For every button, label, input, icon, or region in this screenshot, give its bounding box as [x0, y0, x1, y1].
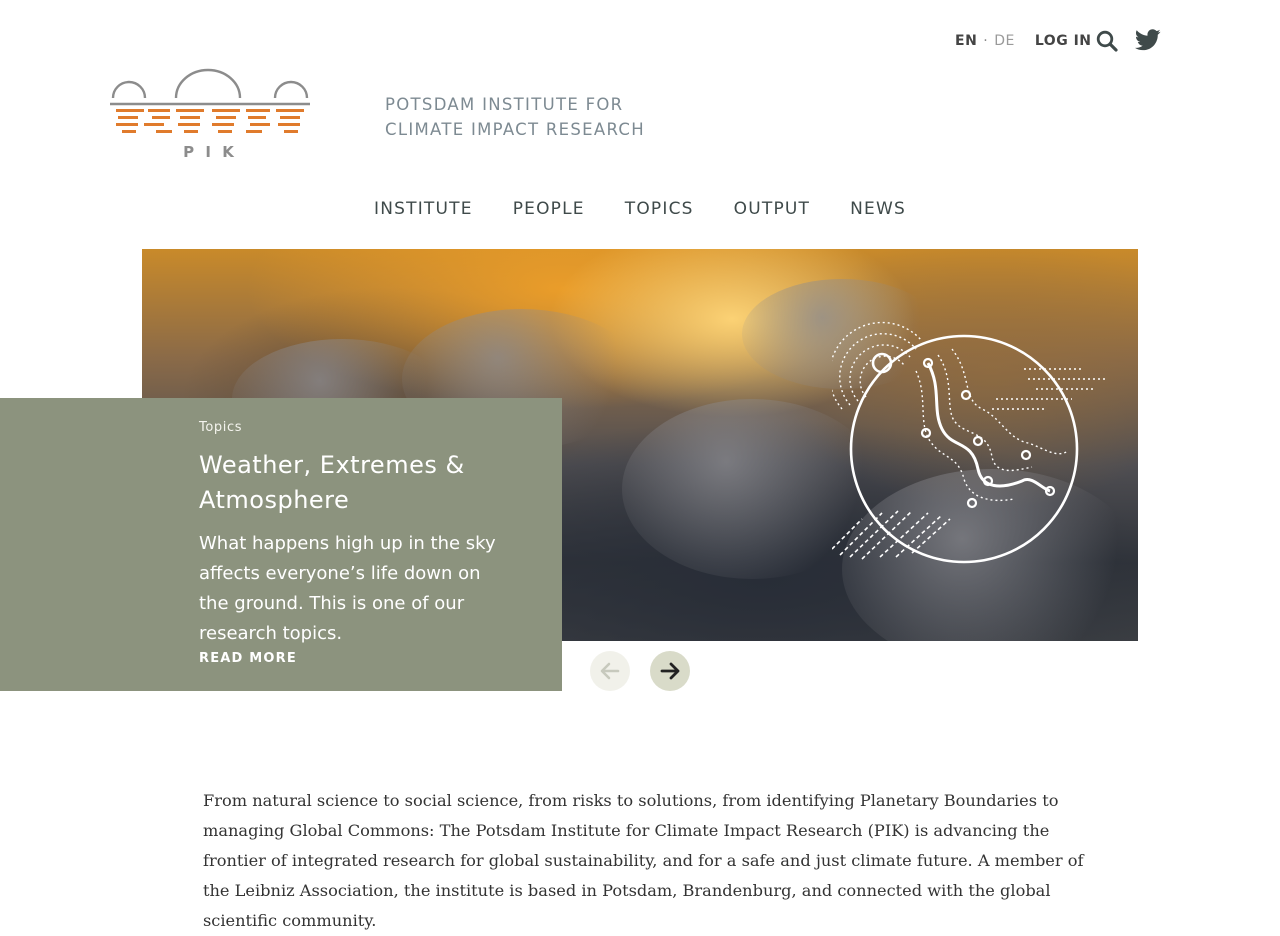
pik-logo[interactable]: P I K [108, 68, 312, 160]
main-nav: INSTITUTE PEOPLE TOPICS OUTPUT NEWS [0, 199, 1280, 219]
read-more-link[interactable]: READ MORE [199, 651, 297, 666]
login-link[interactable]: LOG IN [1035, 33, 1092, 49]
arrow-right-icon [660, 662, 680, 680]
logo-domes [110, 68, 310, 106]
hero-category[interactable]: Topics [199, 420, 242, 435]
nav-item-news[interactable]: NEWS [850, 199, 906, 219]
utility-bar: EN · DE LOG IN [955, 28, 1092, 54]
language-separator: · [983, 33, 989, 49]
hero-description: What happens high up in the sky affects … [199, 533, 496, 644]
language-en-link[interactable]: EN [955, 33, 977, 49]
weather-topic-graphic [832, 321, 1108, 564]
site-name-line2: CLIMATE IMPACT RESEARCH [385, 120, 645, 139]
logo-stripes [116, 109, 304, 133]
search-icon[interactable] [1096, 30, 1118, 52]
slider-next-button[interactable] [650, 651, 690, 691]
site-name-line1: POTSDAM INSTITUTE FOR [385, 95, 624, 114]
site-name: POTSDAM INSTITUTE FOR CLIMATE IMPACT RES… [385, 92, 645, 142]
intro-paragraph: From natural science to social science, … [203, 791, 1084, 930]
nav-item-output[interactable]: OUTPUT [734, 199, 811, 219]
slider-prev-button[interactable] [590, 651, 630, 691]
hero-card[interactable]: Topics Weather, Extremes & Atmosphere Wh… [0, 398, 562, 691]
hero-title[interactable]: Weather, Extremes & Atmosphere [199, 448, 529, 518]
logo-text: P I K [183, 143, 237, 160]
nav-item-topics[interactable]: TOPICS [625, 199, 694, 219]
nav-item-people[interactable]: PEOPLE [513, 199, 585, 219]
twitter-icon[interactable] [1135, 29, 1161, 51]
language-de-link[interactable]: DE [994, 33, 1015, 49]
nav-item-institute[interactable]: INSTITUTE [374, 199, 473, 219]
arrow-left-icon [600, 662, 620, 680]
